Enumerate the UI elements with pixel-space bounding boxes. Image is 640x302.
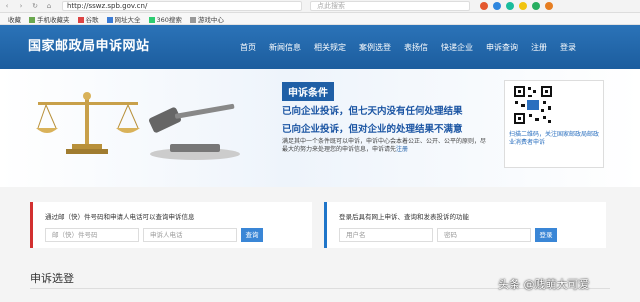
condition-line-2: 已向企业投诉，但对企业的处理结果不满意: [282, 124, 463, 135]
back-arrow-icon[interactable]: ‹: [0, 0, 14, 13]
main-nav: 首页 新闻信息 相关规定 案例选登 表扬信 快递企业 申诉查询 注册 登录: [240, 42, 589, 53]
username-input[interactable]: 用户名: [339, 228, 433, 242]
nav-home[interactable]: 首页: [240, 42, 256, 53]
qr-caption: 扫描二维码，关注国家邮政局邮政业消费者申诉: [509, 131, 600, 146]
site-header: 国家邮政局申诉网站 首页 新闻信息 相关规定 案例选登 表扬信 快递企业 申诉查…: [0, 25, 640, 69]
site-title[interactable]: 国家邮政局申诉网站: [28, 35, 150, 54]
bookmark-item[interactable]: 收藏: [8, 14, 21, 24]
bookmarks-bar: 收藏 手机收藏夹 谷歌 网址大全 360搜索 游戏中心: [0, 13, 640, 25]
register-link[interactable]: 注册: [396, 146, 408, 153]
address-bar[interactable]: http://sswz.spb.gov.cn/: [62, 1, 302, 11]
scales-of-justice-image: [36, 92, 140, 154]
extension-icon[interactable]: [506, 2, 514, 10]
login-panel-label: 登录后具有网上申诉、查询和发表投诉的功能: [339, 213, 469, 221]
bookmark-item[interactable]: 网址大全: [106, 14, 141, 24]
tracking-query-label: 通过邮（快）件号码和申请人电话可以查询申诉信息: [45, 213, 195, 221]
nav-news[interactable]: 新闻信息: [269, 42, 301, 53]
tracking-number-input[interactable]: 邮（快）件号码: [45, 228, 139, 242]
nav-complaint-query[interactable]: 申诉查询: [486, 42, 518, 53]
nav-register[interactable]: 注册: [531, 42, 547, 53]
nav-praise[interactable]: 表扬信: [404, 42, 428, 53]
extension-icon[interactable]: [480, 2, 488, 10]
gavel-image: [149, 103, 240, 160]
conditions-description: 满足其中一个条件既可以申诉，申诉中心会本着公正、公开、公平的原则，尽最大的努力来…: [282, 138, 487, 153]
home-icon[interactable]: ⌂: [42, 0, 56, 13]
tracking-query-panel: 通过邮（快）件号码和申请人电话可以查询申诉信息 邮（快）件号码 申诉人电话 查询: [30, 202, 312, 248]
bookmark-icon: [148, 16, 155, 23]
reload-icon[interactable]: ↻: [28, 0, 42, 13]
login-panel: 登录后具有网上申诉、查询和发表投诉的功能 用户名 密码 登录: [324, 202, 606, 248]
section-title: 申诉选登: [30, 272, 74, 285]
extension-icon[interactable]: [493, 2, 501, 10]
bookmark-icon: [29, 16, 35, 23]
bookmark-icon: [77, 16, 84, 23]
password-input[interactable]: 密码: [437, 228, 531, 242]
bookmark-item[interactable]: 360搜索: [148, 14, 182, 24]
extension-icon[interactable]: [545, 2, 553, 10]
qr-card: 扫描二维码，关注国家邮政局邮政业消费者申诉: [504, 80, 604, 168]
bookmark-item[interactable]: 谷歌: [77, 14, 99, 24]
watermark: 头条 @贱萌大可爱: [498, 278, 590, 291]
extension-icons: [480, 2, 553, 10]
nav-regulations[interactable]: 相关规定: [314, 42, 346, 53]
bookmark-icon: [189, 16, 196, 23]
browser-search-input[interactable]: 点此搜索: [310, 1, 470, 11]
login-button[interactable]: 登录: [535, 228, 557, 242]
qr-code-image: [513, 85, 553, 125]
bookmark-item[interactable]: 游戏中心: [189, 14, 224, 24]
bookmark-icon: [106, 16, 113, 23]
query-button[interactable]: 查询: [241, 228, 263, 242]
complainant-phone-input[interactable]: 申诉人电话: [143, 228, 237, 242]
browser-toolbar: ‹ › ↻ ⌂ http://sswz.spb.gov.cn/ 点此搜索: [0, 0, 640, 13]
condition-line-1: 已向企业投诉，但七天内没有任何处理结果: [282, 106, 463, 117]
forward-arrow-icon[interactable]: ›: [14, 0, 28, 13]
nav-login[interactable]: 登录: [560, 42, 576, 53]
extension-icon[interactable]: [519, 2, 527, 10]
complaint-conditions-title: 申诉条件: [282, 82, 334, 101]
bookmark-item[interactable]: 手机收藏夹: [29, 14, 70, 24]
nav-cases[interactable]: 案例选登: [359, 42, 391, 53]
extension-icon[interactable]: [532, 2, 540, 10]
nav-couriers[interactable]: 快递企业: [441, 42, 473, 53]
